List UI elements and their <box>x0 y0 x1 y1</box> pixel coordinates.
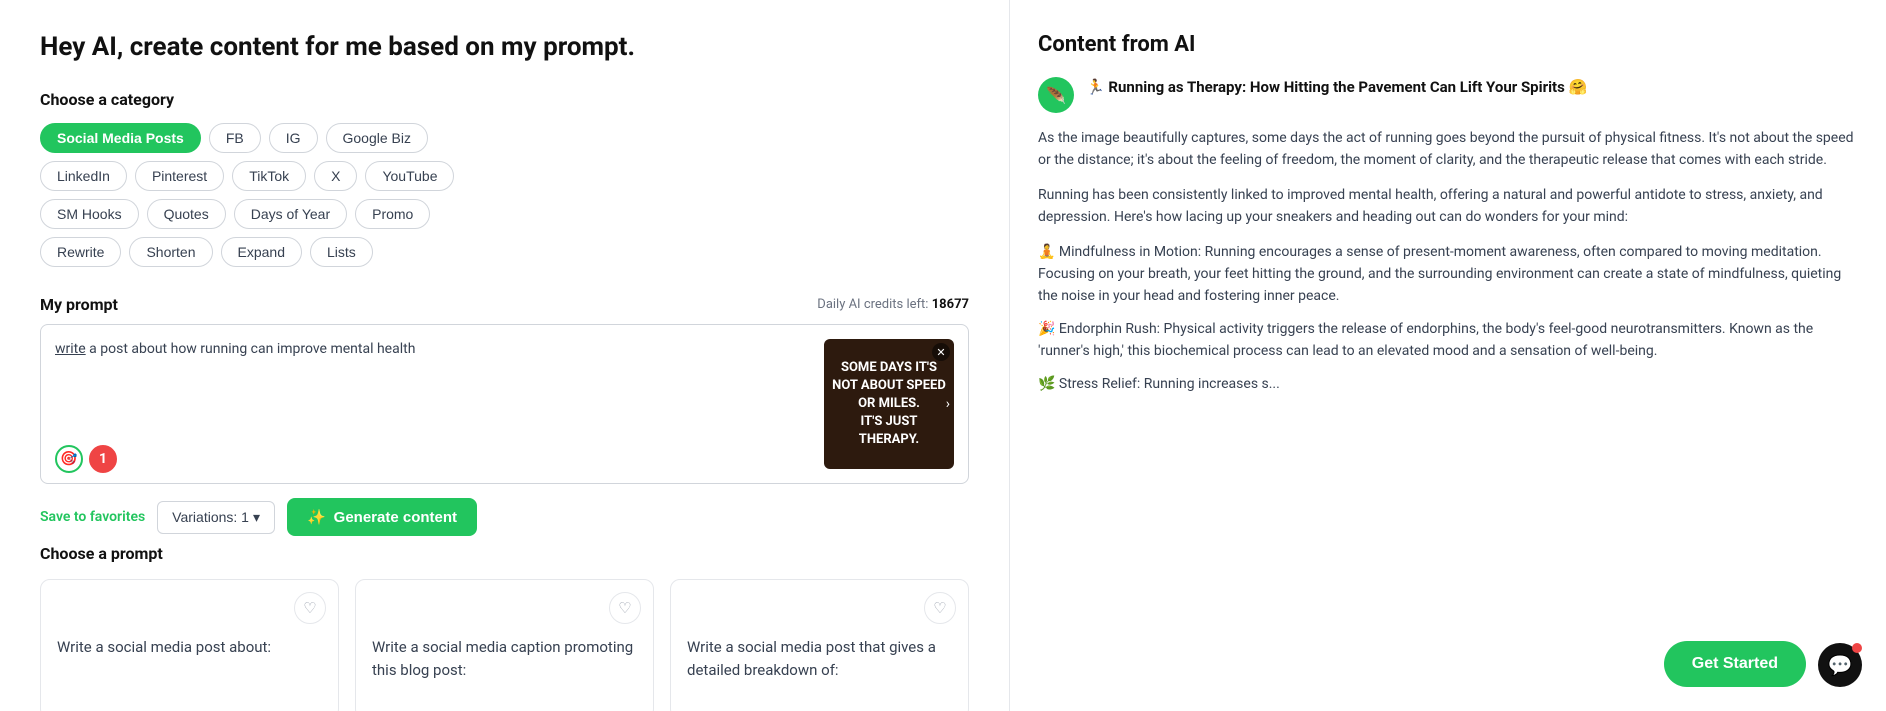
prompt-header: My prompt Daily AI credits left: 18677 <box>40 295 969 314</box>
choose-prompt-title: Choose a prompt <box>40 544 969 563</box>
feather-icon: 🪶 <box>1046 86 1066 105</box>
prompt-title: My prompt <box>40 295 118 314</box>
right-panel-title: Content from AI <box>1038 32 1858 57</box>
tag-youtube[interactable]: YouTube <box>365 161 454 191</box>
prompt-card-1[interactable]: ♡ Write a social media post about: <box>40 579 339 711</box>
prompt-rest: a post about how running can improve men… <box>86 341 416 357</box>
ai-avatar: 🪶 <box>1038 77 1074 113</box>
chat-notification-dot <box>1852 643 1862 653</box>
page-title: Hey AI, create content for me based on m… <box>40 32 969 62</box>
save-favorites-button[interactable]: Save to favorites <box>40 509 145 525</box>
prompt-cards: ♡ Write a social media post about: ♡ Wri… <box>40 579 969 711</box>
prompt-text[interactable]: write a post about how running can impro… <box>55 339 812 469</box>
chat-button[interactable]: 💬 <box>1818 643 1862 687</box>
ai-para-1: As the image beautifully captures, some … <box>1038 127 1858 172</box>
chevron-right-icon: › <box>946 396 950 412</box>
heart-button-3[interactable]: ♡ <box>924 592 956 624</box>
heart-button-1[interactable]: ♡ <box>294 592 326 624</box>
tag-quotes[interactable]: Quotes <box>147 199 226 229</box>
credits-value: 18677 <box>932 297 969 312</box>
prompt-card-text-1: Write a social media post about: <box>57 636 322 659</box>
category-section: Choose a category Social Media Posts FB … <box>40 90 969 267</box>
prompt-card-text-2: Write a social media caption promoting t… <box>372 636 637 681</box>
variations-label: Variations: 1 <box>172 509 249 525</box>
wand-icon: ✨ <box>307 508 326 526</box>
ai-header: 🪶 🏃 Running as Therapy: How Hitting the … <box>1038 77 1858 113</box>
category-section-title: Choose a category <box>40 90 969 109</box>
get-started-button[interactable]: Get Started <box>1664 641 1806 687</box>
ai-content: As the image beautifully captures, some … <box>1038 127 1858 395</box>
prompt-card-3[interactable]: ♡ Write a social media post that gives a… <box>670 579 969 711</box>
category-row-1: Social Media Posts FB IG Google Biz <box>40 123 969 153</box>
tag-days-of-year[interactable]: Days of Year <box>234 199 347 229</box>
tag-expand[interactable]: Expand <box>221 237 302 267</box>
credits-text: Daily AI credits left: 18677 <box>817 297 969 312</box>
tag-tiktok[interactable]: TikTok <box>232 161 306 191</box>
choose-prompt-section: Choose a prompt ♡ Write a social media p… <box>40 544 969 711</box>
prompt-box: My prompt Daily AI credits left: 18677 w… <box>40 295 969 536</box>
prompt-image: Some days it's not about speed or miles.… <box>824 339 954 469</box>
prompt-card-2[interactable]: ♡ Write a social media caption promoting… <box>355 579 654 711</box>
ai-bullet-1: 🧘 Mindfulness in Motion: Running encoura… <box>1038 241 1858 308</box>
tag-ig[interactable]: IG <box>269 123 318 153</box>
tag-lists[interactable]: Lists <box>310 237 373 267</box>
tag-pinterest[interactable]: Pinterest <box>135 161 224 191</box>
tag-linkedin[interactable]: LinkedIn <box>40 161 127 191</box>
chevron-down-icon: ▾ <box>253 509 260 526</box>
right-panel: Content from AI 🪶 🏃 Running as Therapy: … <box>1010 0 1886 711</box>
category-row-2: LinkedIn Pinterest TikTok X YouTube <box>40 161 969 191</box>
ai-para-2: Running has been consistently linked to … <box>1038 184 1858 229</box>
ai-bullet-3: 🌿 Stress Relief: Running increases s... <box>1038 373 1858 395</box>
tag-sm-hooks[interactable]: SM Hooks <box>40 199 139 229</box>
variations-button[interactable]: Variations: 1 ▾ <box>157 501 275 534</box>
prompt-image-text: Some days it's not about speed or miles.… <box>824 351 954 458</box>
tag-rewrite[interactable]: Rewrite <box>40 237 121 267</box>
category-row-4: Rewrite Shorten Expand Lists <box>40 237 969 267</box>
category-row-3: SM Hooks Quotes Days of Year Promo <box>40 199 969 229</box>
prompt-area[interactable]: write a post about how running can impro… <box>40 324 969 484</box>
ai-bullet-2: 🎉 Endorphin Rush: Physical activity trig… <box>1038 318 1858 363</box>
prompt-underline-word: write <box>55 341 86 357</box>
left-panel: Hey AI, create content for me based on m… <box>0 0 1010 711</box>
notification-badge[interactable]: 1 <box>89 445 117 473</box>
prompt-icon-group: 🎯 1 <box>55 445 117 473</box>
tag-social-media-posts[interactable]: Social Media Posts <box>40 123 201 153</box>
generate-content-button[interactable]: ✨ Generate content <box>287 498 477 536</box>
action-row: Save to favorites Variations: 1 ▾ ✨ Gene… <box>40 498 969 536</box>
close-image-button[interactable]: ✕ <box>932 343 950 361</box>
chat-icon: 💬 <box>1828 653 1853 677</box>
tag-x[interactable]: X <box>314 161 357 191</box>
prompt-card-text-3: Write a social media post that gives a d… <box>687 636 952 681</box>
heart-button-2[interactable]: ♡ <box>609 592 641 624</box>
tag-fb[interactable]: FB <box>209 123 261 153</box>
emoji-icon-button[interactable]: 🎯 <box>55 445 83 473</box>
tag-google-biz[interactable]: Google Biz <box>326 123 428 153</box>
ai-post-title: 🏃 Running as Therapy: How Hitting the Pa… <box>1086 77 1587 98</box>
tag-shorten[interactable]: Shorten <box>129 237 212 267</box>
tag-promo[interactable]: Promo <box>355 199 430 229</box>
generate-label: Generate content <box>334 509 457 526</box>
